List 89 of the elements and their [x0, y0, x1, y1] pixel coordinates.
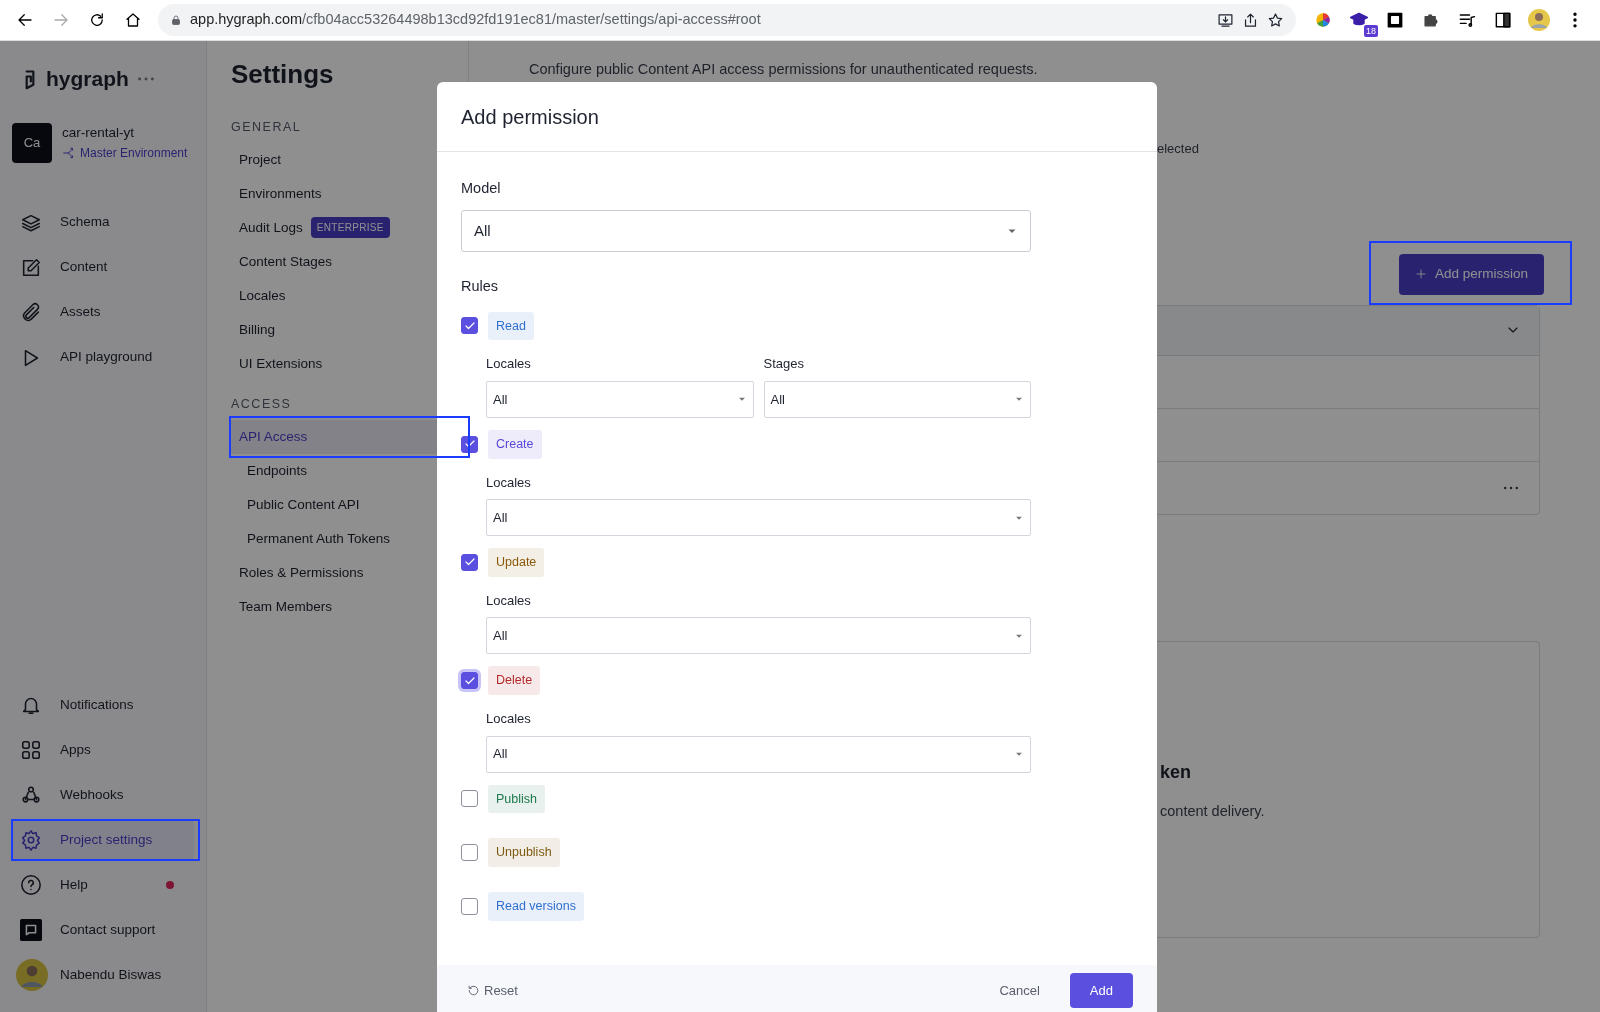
select-field[interactable]: All [763, 380, 1031, 418]
reset-icon [467, 983, 480, 997]
url-text: app.hygraph.com/cfb04acc53264498b13cd92fd191ec81/master/settings/api-access#root [190, 10, 761, 30]
settings-nav-item[interactable]: Locales [231, 278, 444, 313]
gear-icon [20, 829, 42, 851]
field-label: Locales [486, 710, 532, 728]
rules-label: Rules [461, 276, 500, 296]
sidebar-item[interactable]: Project settings [12, 820, 194, 860]
field-label: Locales [486, 473, 532, 492]
select-field[interactable]: All [486, 617, 1031, 655]
permission-tag: Publish [488, 784, 545, 814]
star-icon[interactable] [1267, 11, 1284, 29]
sidebar-item[interactable]: Assets [12, 292, 194, 333]
settings-title: Settings [231, 59, 335, 91]
sidebar-item[interactable]: Contact support [12, 910, 194, 950]
settings-nav-item[interactable]: Permanent Auth Tokens [231, 521, 444, 556]
description-text: elected [1156, 139, 1200, 158]
page-description: Configure public Content API access permissions for unauthenticated requests. [529, 60, 1039, 79]
help-icon [20, 874, 42, 896]
permission-tag: Unpublish [488, 838, 560, 867]
lock-icon [170, 14, 182, 26]
field-label: Model [461, 179, 502, 198]
select-field[interactable]: All [486, 499, 1031, 536]
environment-link[interactable]: Master Environment [62, 143, 188, 162]
sidebar-item[interactable]: Notifications [12, 685, 194, 725]
add-permission-button[interactable]: Add permission [1398, 254, 1544, 295]
webhook-icon [20, 784, 42, 806]
settings-nav-item[interactable]: UI Extensions [231, 346, 444, 381]
sidebar-item[interactable]: Apps [12, 730, 194, 770]
modal-title: Add permission [437, 82, 1157, 152]
home-icon[interactable] [124, 11, 142, 29]
select-field[interactable]: All [486, 380, 754, 418]
logo-text: hygraph [46, 66, 129, 92]
checkbox[interactable] [461, 897, 478, 915]
color-wheel-icon[interactable] [1313, 10, 1333, 30]
edit-icon [20, 256, 42, 279]
user-item[interactable]: Nabendu Biswas [12, 955, 194, 995]
chat-icon [20, 919, 42, 941]
back-icon[interactable] [16, 11, 34, 29]
address-bar[interactable]: app.hygraph.com/cfb04acc53264498b13cd92fd191ec81/master/settings/api-access#root [158, 4, 1296, 36]
side-panel-icon[interactable] [1493, 10, 1513, 30]
checkbox[interactable] [461, 790, 478, 808]
checkbox[interactable] [461, 553, 478, 571]
settings-nav-item[interactable]: Environments [231, 176, 444, 211]
square-icon[interactable] [1385, 10, 1405, 30]
permission-tag: Create [488, 429, 542, 459]
settings-nav-item[interactable]: Content Stages [231, 244, 444, 279]
sidebar-item[interactable]: Schema [12, 202, 194, 243]
sidebar-item[interactable]: Help [12, 865, 194, 905]
extension-badge: 18 [1364, 25, 1378, 37]
add-button[interactable]: Add [1069, 972, 1133, 1008]
project-avatar: Ca [12, 122, 52, 163]
select-field[interactable]: All [486, 735, 1031, 773]
settings-nav-item[interactable]: Billing [231, 312, 444, 347]
permission-tag: Update [488, 548, 545, 577]
enterprise-badge: ENTERPRISE [310, 217, 390, 239]
permission-tag: Delete [488, 666, 541, 695]
settings-nav-item[interactable]: Team Members [231, 589, 444, 624]
checkbox[interactable] [461, 844, 478, 862]
reset-button[interactable]: Reset [461, 979, 524, 1001]
reload-icon[interactable] [88, 11, 106, 29]
checkbox[interactable] [461, 317, 478, 335]
share-icon[interactable] [1242, 11, 1259, 29]
grid-icon [20, 739, 42, 761]
settings-nav-item[interactable]: Public Content API [231, 487, 444, 522]
field-label: Locales [486, 591, 532, 610]
sidebar-item[interactable]: API playground [12, 337, 194, 378]
plus-icon [1414, 268, 1427, 281]
project-name: car-rental-yt [62, 124, 135, 143]
sidebar-item[interactable]: Webhooks [12, 775, 194, 815]
install-icon[interactable] [1217, 11, 1234, 29]
field-label: Locales [486, 355, 532, 374]
paperclip-icon [20, 301, 42, 324]
checkbox[interactable] [461, 672, 478, 690]
section-heading: GENERAL [231, 119, 303, 137]
field-label: Stages [763, 355, 805, 374]
cancel-button[interactable]: Cancel [993, 979, 1046, 1001]
permission-tag: Read versions [488, 892, 584, 921]
branch-icon [62, 145, 76, 160]
permission-tag: Read [488, 311, 534, 341]
notification-dot [166, 881, 174, 889]
model-select[interactable]: All [461, 209, 1031, 252]
avatar-icon [16, 959, 48, 991]
card-text: content delivery. [1160, 802, 1266, 822]
settings-nav-item[interactable]: Roles & Permissions [231, 555, 444, 590]
section-heading: ACCESS [231, 395, 293, 413]
avatar-icon[interactable] [1527, 8, 1551, 32]
card-heading: ken [1160, 761, 1193, 784]
sidebar-item[interactable]: Content [12, 247, 194, 288]
